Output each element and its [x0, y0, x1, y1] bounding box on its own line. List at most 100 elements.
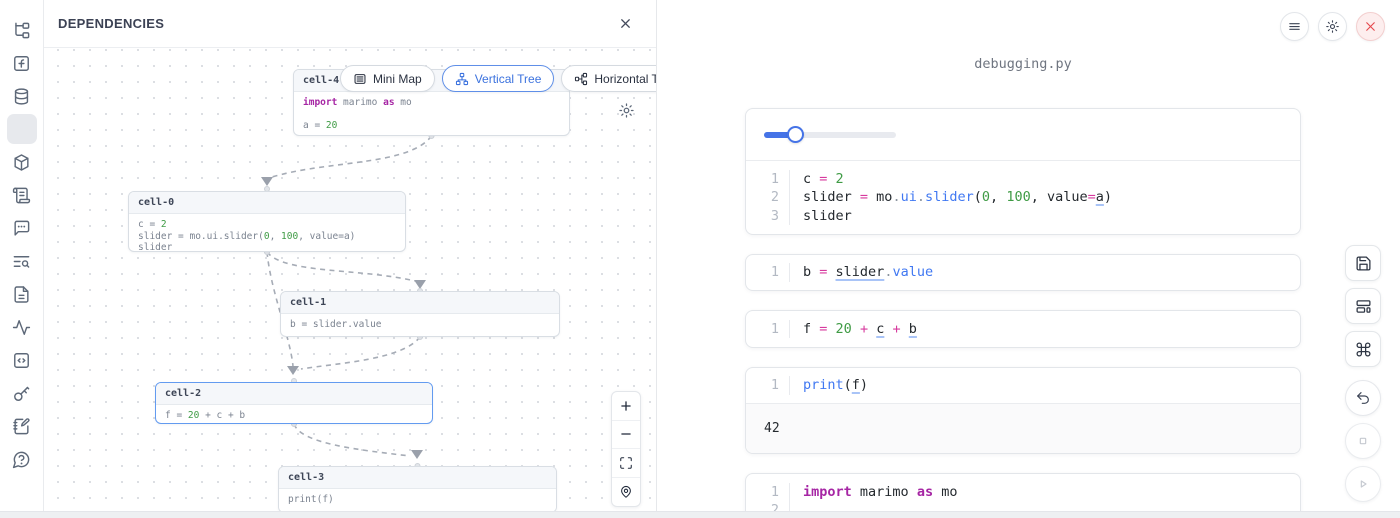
graph-node-cell-0[interactable]: cell-0c = 2slider = mo.ui.slider(0, 100,… — [128, 191, 406, 252]
graph-node-cell-1[interactable]: cell-1b = slider.value — [280, 291, 560, 337]
code-line: 3slider — [746, 207, 1300, 226]
menu-button[interactable] — [1280, 12, 1309, 41]
toolbar-mini-map-button[interactable]: Mini Map — [340, 65, 435, 92]
scroll-icon — [12, 186, 31, 205]
node-code: b = slider.value — [281, 314, 559, 336]
notebook-cell[interactable]: 1c = 22slider = mo.ui.slider(0, 100, val… — [745, 108, 1301, 235]
locate-button[interactable] — [612, 478, 640, 507]
bottom-scrollbar[interactable] — [0, 511, 1400, 518]
code-line: c = 2 — [138, 219, 396, 231]
close-icon — [618, 16, 633, 31]
toolbar-label: Vertical Tree — [475, 72, 542, 86]
line-number: 1 — [746, 376, 790, 395]
sidebar-item-log-search[interactable] — [7, 246, 37, 276]
notebook-side-actions — [1345, 245, 1381, 502]
graph-nodes-layer: cell-4import marimo as mo a = 20cell-0c … — [44, 48, 656, 518]
settings-icon — [1325, 19, 1340, 34]
graph-node-cell-3[interactable]: cell-3print(f) — [278, 466, 557, 513]
sidebar-item-package[interactable] — [7, 147, 37, 177]
stop-icon — [1355, 433, 1371, 449]
code-line: 1c = 2 — [746, 170, 1300, 189]
cells-column: 1c = 22slider = mo.ui.slider(0, 100, val… — [745, 108, 1301, 518]
sidebar-item-scratchpad[interactable] — [7, 411, 37, 441]
play-icon — [1355, 476, 1371, 492]
toolbar-label: Mini Map — [373, 72, 422, 86]
code-line: 1f = 20 + c + b — [746, 320, 1300, 339]
zoom-in-button[interactable] — [612, 392, 640, 421]
sidebar-item-help[interactable] — [7, 444, 37, 474]
toolbar-horizontal-tree-button[interactable]: Horizontal Tree — [561, 65, 656, 92]
locate-icon — [619, 485, 633, 499]
graph-zoom-controls — [611, 391, 641, 507]
code-line — [303, 109, 560, 121]
line-number: 3 — [746, 207, 790, 226]
graph-settings-button[interactable] — [617, 102, 635, 120]
snippets-icon — [12, 351, 31, 370]
save-button[interactable] — [1345, 245, 1381, 281]
sidebar-item-secrets-key[interactable] — [7, 378, 37, 408]
ui-slider[interactable] — [764, 126, 896, 143]
sidebar-item-function[interactable] — [7, 48, 37, 78]
line-number: 1 — [746, 170, 790, 189]
code-line: 2slider = mo.ui.slider(0, 100, value=a) — [746, 188, 1300, 207]
close-button[interactable] — [1356, 12, 1385, 41]
close-icon — [1363, 19, 1378, 34]
fit-view-button[interactable] — [612, 449, 640, 478]
layout-button[interactable] — [1345, 288, 1381, 324]
code-line: slider — [138, 242, 396, 252]
file-tree-icon — [12, 21, 31, 40]
save-icon — [1355, 255, 1372, 272]
command-button[interactable] — [1345, 331, 1381, 367]
code-line: print(f) — [288, 494, 547, 506]
stop-button[interactable] — [1345, 423, 1381, 459]
database-icon — [12, 87, 31, 106]
sidebar-item-document[interactable] — [7, 279, 37, 309]
code-editor[interactable]: 1c = 22slider = mo.ui.slider(0, 100, val… — [746, 161, 1300, 234]
network-h-icon — [574, 72, 588, 86]
node-title: cell-0 — [129, 192, 405, 214]
sidebar-item-chat[interactable] — [7, 213, 37, 243]
notebook-filename: debugging.py — [745, 56, 1301, 72]
slider-handle[interactable] — [787, 126, 804, 143]
zoom-out-button[interactable] — [612, 421, 640, 450]
zoom-out-icon — [619, 427, 633, 441]
graph-view-toolbar: Mini Map Vertical Tree Horizontal Tree — [340, 65, 656, 92]
code-line: 1import marimo as mo — [746, 483, 1300, 502]
undo-button[interactable] — [1345, 380, 1381, 416]
sidebar-item-database[interactable] — [7, 81, 37, 111]
line-number: 1 — [746, 320, 790, 339]
cell-output: 42 — [746, 403, 1300, 453]
sidebar-item-scroll[interactable] — [7, 180, 37, 210]
code-editor[interactable]: 1print(f) — [746, 368, 1300, 404]
play-button[interactable] — [1345, 466, 1381, 502]
menu-icon — [1287, 19, 1302, 34]
settings-button[interactable] — [1318, 12, 1347, 41]
notebook-cell[interactable]: 1f = 20 + c + b — [745, 310, 1301, 348]
minimap-icon — [353, 72, 367, 86]
notebook-cell[interactable]: 1b = slider.value — [745, 254, 1301, 292]
notebook-area: debugging.py 1c = 22slider = mo.ui.slide… — [657, 0, 1400, 518]
code-editor[interactable]: 1f = 20 + c + b — [746, 311, 1300, 347]
dependencies-header: DEPENDENCIES — [44, 0, 656, 48]
undo-icon — [1355, 390, 1371, 406]
panel-title: DEPENDENCIES — [58, 16, 164, 31]
sidebar-item-file-tree[interactable] — [7, 15, 37, 45]
slider-output-area — [746, 109, 1300, 161]
toolbar-vertical-tree-button[interactable]: Vertical Tree — [442, 65, 555, 92]
node-title: cell-2 — [156, 383, 432, 405]
code-line: f = 20 + c + b — [165, 410, 423, 422]
marimo-app: DEPENDENCIES — [0, 0, 1400, 518]
toolbar-label: Horizontal Tree — [594, 72, 656, 86]
code-line: 1print(f) — [746, 376, 1300, 395]
command-icon — [1355, 341, 1372, 358]
code-line: 1b = slider.value — [746, 263, 1300, 282]
zoom-in-icon — [619, 399, 633, 413]
graph-node-cell-2[interactable]: cell-2 f = 20 + c + b — [155, 382, 433, 424]
sidebar-item-snippets[interactable] — [7, 345, 37, 375]
notebook-cell[interactable]: 1print(f) 42 — [745, 367, 1301, 455]
sidebar-item-dependency-graph[interactable] — [7, 114, 37, 144]
close-panel-button[interactable] — [614, 12, 636, 34]
dependency-graph-canvas[interactable]: cell-4import marimo as mo a = 20cell-0c … — [44, 48, 656, 518]
code-editor[interactable]: 1b = slider.value — [746, 255, 1300, 291]
sidebar-item-activity[interactable] — [7, 312, 37, 342]
